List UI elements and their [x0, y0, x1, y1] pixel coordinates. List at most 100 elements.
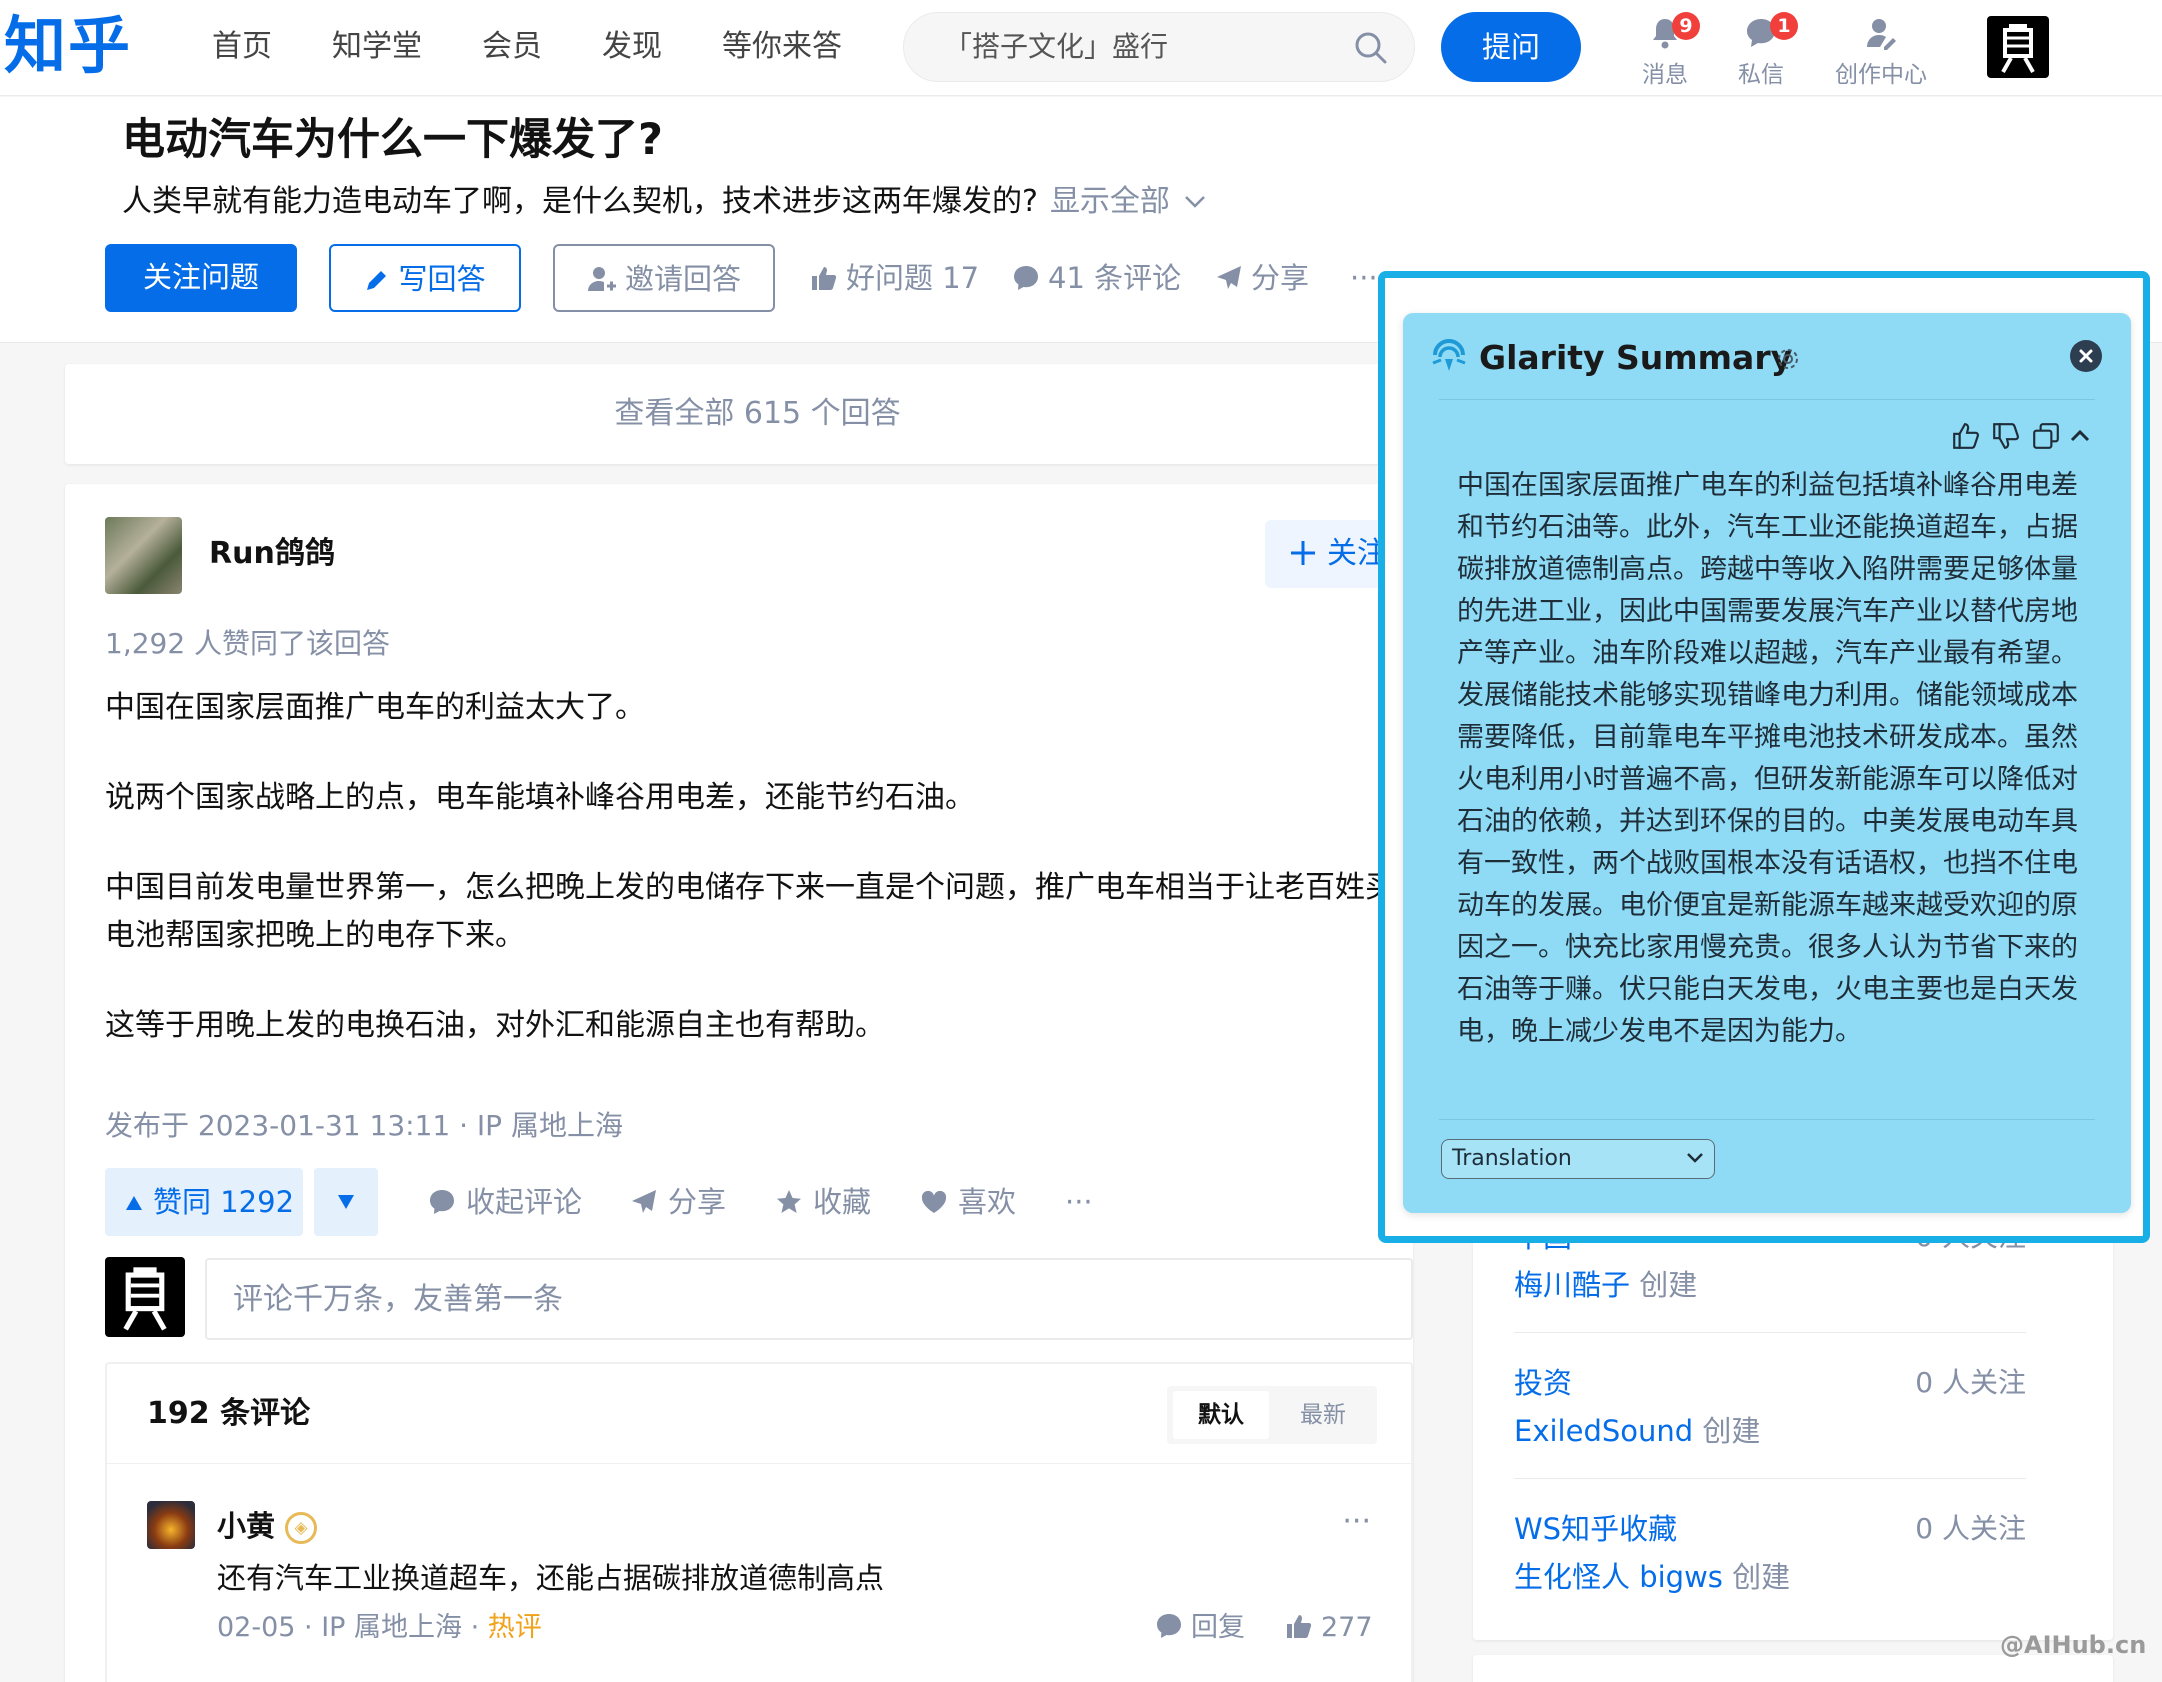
question-more-button[interactable]: ··· — [1350, 256, 1378, 300]
user-pen-icon — [1867, 19, 1896, 50]
like-button[interactable]: 喜欢 — [920, 1180, 1016, 1224]
pencil-icon — [367, 271, 387, 290]
share-icon — [632, 1190, 656, 1213]
collection-creator-name[interactable]: 梅川酷子 — [1514, 1268, 1630, 1302]
glarity-title: Glarity Summary — [1479, 338, 1793, 377]
comment-input[interactable]: 评论千万条，友善第一条 — [205, 1258, 1413, 1340]
question-title: 电动汽车为什么一下爆发了? — [122, 115, 663, 165]
collection-creator[interactable]: 梅川酷子 创建 — [1514, 1264, 1697, 1306]
sort-latest-tab[interactable]: 最新 — [1275, 1391, 1371, 1439]
gear-icon[interactable] — [1775, 346, 1801, 372]
search-input[interactable]: 「搭子文化」盛行 — [944, 27, 1168, 67]
messages-button[interactable]: 9 消息 — [1620, 12, 1710, 90]
commenter-avatar[interactable] — [147, 1501, 195, 1549]
nav-waiting-answers[interactable]: 等你来答 — [722, 26, 842, 68]
heart-icon — [921, 1190, 947, 1213]
answer-paragraph: 这等于用晚上发的电换石油，对外汇和能源自主也有帮助。 — [105, 1008, 885, 1043]
copy-icon[interactable] — [2031, 421, 2061, 451]
show-all-label[interactable]: 显示全部 — [1050, 184, 1170, 219]
comment-reply-button[interactable]: 回复 — [1155, 1606, 1245, 1650]
answer-paragraph: 电池帮国家把晚上的电存下来。 — [105, 918, 525, 953]
zhihu-logo[interactable]: 知乎 — [4, 8, 132, 84]
downvote-button[interactable] — [314, 1168, 378, 1236]
creator-center-button[interactable]: 创作中心 — [1826, 12, 1936, 90]
nav-home[interactable]: 首页 — [212, 26, 272, 68]
creator-center-label: 创作中心 — [1835, 62, 1927, 88]
top-navbar: 知乎 首页 知学堂 会员 发现 等你来答 「搭子文化」盛行 提问 9 消息 1 … — [0, 0, 2162, 96]
collapse-comments-button[interactable]: 收起评论 — [428, 1180, 582, 1224]
good-question-button[interactable]: 好问题 17 — [810, 256, 979, 300]
comment-icon — [1157, 1614, 1181, 1638]
upvote-button[interactable]: 赞同 1292 — [105, 1168, 303, 1236]
private-messages-badge: 1 — [1770, 12, 1798, 40]
answer-share-button[interactable]: 分享 — [630, 1180, 726, 1224]
hot-comment-tag: 热评 — [487, 1612, 542, 1643]
thumbs-down-icon[interactable] — [1991, 421, 2021, 451]
private-messages-button[interactable]: 1 私信 — [1716, 12, 1806, 90]
private-messages-label: 私信 — [1738, 62, 1784, 88]
nav-vip[interactable]: 会员 — [482, 26, 542, 68]
current-user-avatar — [105, 1257, 185, 1337]
collapse-comments-label: 收起评论 — [466, 1185, 583, 1219]
collection-item[interactable]: WS知乎收藏 0 人关注 生化怪人 bigws 创建 — [1514, 1508, 2026, 1608]
comment-more-button[interactable]: ··· — [1342, 1504, 1371, 1539]
answer-more-button[interactable]: ··· — [1065, 1180, 1093, 1224]
chevron-up-icon[interactable] — [2069, 427, 2091, 443]
triangle-up-icon — [126, 1196, 142, 1210]
collection-title[interactable]: 投资 — [1514, 1362, 1572, 1404]
translation-select-value: Translation — [1452, 1146, 1572, 1171]
chevron-down-icon — [1686, 1152, 1704, 1164]
collection-followers: 0 人关注 — [1915, 1512, 2026, 1545]
glarity-summary-panel: Glarity Summary 中国在国家层面推广电车的利益包括填补峰谷用电差和… — [1403, 313, 2131, 1213]
author-avatar[interactable] — [105, 517, 182, 594]
question-description: 人类早就有能力造电动车了啊，是什么契机，技术进步这两年爆发的? 显示全部 — [122, 180, 1206, 224]
sort-default-tab[interactable]: 默认 — [1173, 1391, 1269, 1439]
search-box[interactable]: 「搭子文化」盛行 — [903, 12, 1415, 82]
comments-sort-toggle: 默认 最新 — [1167, 1386, 1377, 1444]
collection-item[interactable]: 投资 0 人关注 ExiledSound 创建 — [1514, 1362, 2026, 1479]
write-answer-button[interactable]: 写回答 — [329, 244, 521, 312]
ask-question-button[interactable]: 提问 — [1441, 12, 1581, 82]
question-share-button[interactable]: 分享 — [1215, 256, 1309, 300]
question-description-text: 人类早就有能力造电动车了啊，是什么契机，技术进步这两年爆发的? — [122, 184, 1038, 219]
chevron-down-icon — [1185, 196, 1205, 208]
medal-icon: ◈ — [285, 1512, 317, 1544]
collection-creator[interactable]: ExiledSound 创建 — [1514, 1410, 1760, 1452]
close-icon[interactable] — [2070, 340, 2102, 372]
collection-title[interactable]: WS知乎收藏 — [1514, 1508, 1677, 1550]
user-avatar[interactable] — [1987, 16, 2049, 78]
collection-creator-name[interactable]: ExiledSound — [1514, 1414, 1693, 1448]
view-all-answers-card[interactable]: 查看全部 615 个回答 — [65, 364, 1413, 464]
nav-discover[interactable]: 发现 — [602, 26, 662, 68]
triangle-down-icon — [338, 1195, 354, 1209]
collection-creator[interactable]: 生化怪人 bigws 创建 — [1514, 1556, 1790, 1598]
invite-answer-button[interactable]: 邀请回答 — [553, 244, 775, 312]
messages-label: 消息 — [1642, 62, 1688, 88]
collection-followers: 0 人关注 — [1915, 1366, 2026, 1399]
glarity-summary-text: 中国在国家层面推广电车的利益包括填补峰谷用电差和节约石油等。此外，汽车工业还能换… — [1457, 470, 2078, 1047]
comment-ip: IP 属地上海 — [321, 1612, 463, 1643]
invite-answer-label: 邀请回答 — [624, 262, 741, 296]
commenter-name[interactable]: 小黄 — [217, 1506, 275, 1546]
answer-upvote-summary: 1,292 人赞同了该回答 — [105, 627, 391, 660]
collection-creator-name[interactable]: 生化怪人 bigws — [1514, 1560, 1723, 1594]
author-name[interactable]: Run鸽鸽 — [209, 532, 335, 576]
nav-zhixuetang[interactable]: 知学堂 — [332, 26, 422, 68]
collect-button[interactable]: 收藏 — [775, 1180, 871, 1224]
search-icon[interactable] — [1354, 31, 1388, 65]
view-all-answers-label[interactable]: 查看全部 615 个回答 — [65, 392, 1450, 436]
answer-publish-meta: 发布于 2023-01-31 13:11 · IP 属地上海 — [105, 1109, 623, 1142]
show-all-link[interactable]: 显示全部 — [1050, 184, 1206, 219]
watermark: @AIHub.cn — [2000, 1631, 2147, 1659]
comment-like-button[interactable]: 277 — [1285, 1606, 1373, 1650]
glarity-logo-icon — [1429, 335, 1469, 375]
thumbs-up-icon[interactable] — [1951, 421, 1981, 451]
question-comments-button[interactable]: 41 条评论 — [1012, 256, 1181, 300]
translation-select[interactable]: Translation — [1441, 1139, 1715, 1179]
comment-date: 02-05 — [217, 1612, 296, 1643]
collect-label: 收藏 — [813, 1185, 872, 1219]
divider — [1439, 399, 2095, 400]
thumbs-up-icon — [1287, 1615, 1312, 1638]
collection-created-label: 创建 — [1732, 1560, 1791, 1594]
follow-question-button[interactable]: 关注问题 — [105, 244, 297, 312]
